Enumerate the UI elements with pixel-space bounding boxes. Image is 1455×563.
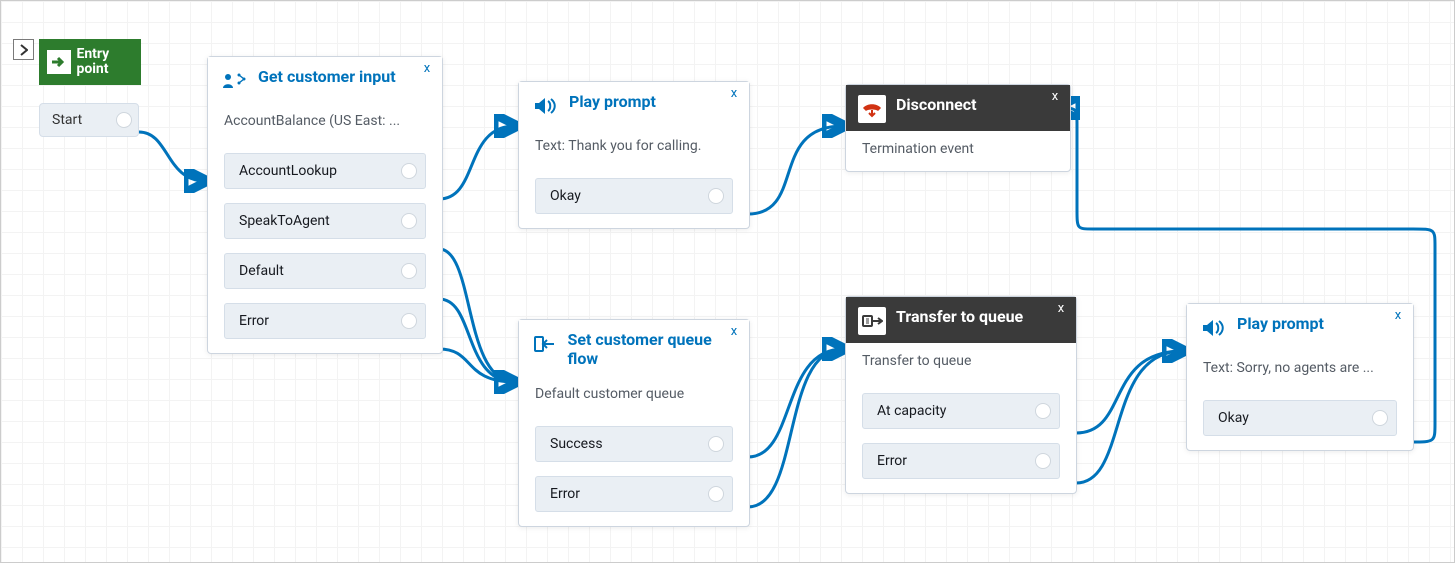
close-icon[interactable]: x (727, 324, 741, 339)
output-port[interactable] (1372, 410, 1388, 426)
node-header[interactable]: Disconnect x (846, 85, 1070, 131)
node-title: Play prompt (569, 92, 656, 111)
close-icon[interactable]: x (420, 61, 434, 76)
branch-success[interactable]: Success (535, 426, 733, 462)
branch-label: AccountLookup (239, 163, 337, 179)
branch-label: Success (550, 436, 603, 452)
flow-in-icon (531, 330, 558, 358)
node-subtitle: Text: Sorry, no agents are ... (1187, 350, 1413, 390)
node-branches: Okay (1187, 390, 1413, 450)
node-subtitle: AccountBalance (US East: ... (208, 103, 442, 143)
node-subtitle: Default customer queue (519, 376, 749, 416)
node-header[interactable]: Set customer queue flow x (519, 320, 749, 376)
node-header[interactable]: Transfer to queue x (846, 297, 1076, 343)
branch-at-capacity[interactable]: At capacity (862, 393, 1060, 429)
output-port[interactable] (401, 163, 417, 179)
entry-start-label: Start (52, 112, 82, 128)
node-title: Set customer queue flow (568, 330, 737, 368)
hangup-phone-icon (858, 95, 886, 123)
entry-arrow-icon (45, 46, 72, 78)
close-icon[interactable]: x (1054, 301, 1068, 316)
branch-label: Okay (550, 188, 581, 204)
branch-label: Okay (1218, 410, 1249, 426)
get-customer-input-node[interactable]: Get customer input x AccountBalance (US … (207, 56, 443, 354)
set-customer-queue-flow-node[interactable]: Set customer queue flow x Default custom… (518, 319, 750, 527)
output-port[interactable] (1035, 403, 1051, 419)
branch-accountlookup[interactable]: AccountLookup (224, 153, 426, 189)
branch-error[interactable]: Error (862, 443, 1060, 479)
output-port[interactable] (708, 188, 724, 204)
close-icon[interactable]: x (1048, 89, 1062, 104)
transfer-to-queue-node[interactable]: Transfer to queue x Transfer to queue At… (845, 296, 1077, 494)
branch-label: At capacity (877, 403, 946, 419)
output-port[interactable] (401, 263, 417, 279)
close-icon[interactable]: x (1391, 308, 1405, 323)
close-icon[interactable]: x (727, 86, 741, 101)
branch-label: Default (239, 263, 284, 279)
flow-canvas[interactable]: Entry point Start Get customer input x A… (0, 0, 1455, 563)
node-branches: Success Error (519, 416, 749, 526)
node-branches: AccountLookup SpeakToAgent Default Error (208, 143, 442, 353)
output-port[interactable] (708, 436, 724, 452)
node-subtitle: Termination event (846, 131, 1070, 171)
entry-point-header: Entry point (39, 39, 141, 85)
entry-point-block[interactable]: Entry point Start (39, 39, 141, 137)
sidebar-expand-handle[interactable] (13, 39, 34, 60)
branch-okay[interactable]: Okay (535, 178, 733, 214)
chevron-right-icon (20, 44, 28, 56)
branch-label: SpeakToAgent (239, 213, 330, 229)
branch-label: Error (239, 313, 269, 329)
node-title: Disconnect (896, 95, 977, 114)
branch-error[interactable]: Error (224, 303, 426, 339)
entry-start-slot[interactable]: Start (39, 103, 139, 137)
output-port[interactable] (708, 486, 724, 502)
node-header[interactable]: Play prompt x (519, 82, 749, 128)
node-header[interactable]: Get customer input x (208, 57, 442, 103)
entry-point-title: Entry point (76, 47, 135, 78)
branch-label: Error (550, 486, 580, 502)
branch-label: Error (877, 453, 907, 469)
branch-error[interactable]: Error (535, 476, 733, 512)
node-subtitle: Text: Thank you for calling. (519, 128, 749, 168)
disconnect-node[interactable]: Disconnect x Termination event (845, 84, 1071, 172)
speaker-icon (531, 92, 559, 120)
node-branches: At capacity Error (846, 383, 1076, 493)
branch-speaktoagent[interactable]: SpeakToAgent (224, 203, 426, 239)
speaker-icon (1199, 314, 1227, 342)
people-share-icon (220, 67, 248, 95)
play-prompt-node-2[interactable]: Play prompt x Text: Sorry, no agents are… (1186, 303, 1414, 451)
node-title: Play prompt (1237, 314, 1324, 333)
output-port[interactable] (401, 313, 417, 329)
output-port[interactable] (116, 112, 132, 128)
branch-default[interactable]: Default (224, 253, 426, 289)
node-title: Transfer to queue (896, 307, 1023, 326)
node-header[interactable]: Play prompt x (1187, 304, 1413, 350)
node-subtitle: Transfer to queue (846, 343, 1076, 383)
branch-okay[interactable]: Okay (1203, 400, 1397, 436)
output-port[interactable] (401, 213, 417, 229)
node-title: Get customer input (258, 67, 396, 86)
output-port[interactable] (1035, 453, 1051, 469)
node-branches: Okay (519, 168, 749, 228)
transfer-icon (858, 307, 886, 335)
play-prompt-node-1[interactable]: Play prompt x Text: Thank you for callin… (518, 81, 750, 229)
